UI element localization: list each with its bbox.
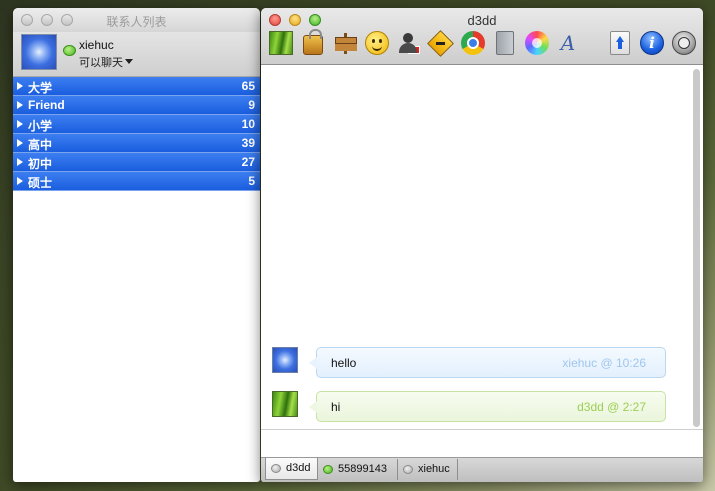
disclosure-triangle-icon[interactable] (17, 158, 23, 166)
status-selector[interactable]: 可以聊天 (79, 54, 123, 70)
contacts-titlebar[interactable]: 联系人列表 (13, 8, 260, 32)
chat-titlebar[interactable]: d3dd A i (261, 8, 703, 65)
upload-icon[interactable] (610, 31, 630, 55)
disclosure-triangle-icon[interactable] (17, 82, 23, 90)
message-bubble: hello xiehuc @ 10:26 (309, 347, 666, 378)
message-input[interactable] (261, 429, 703, 458)
disclosure-triangle-icon[interactable] (17, 120, 23, 128)
group-count: 65 (241, 79, 255, 93)
chevron-down-icon[interactable] (125, 59, 133, 64)
sender-avatar[interactable] (272, 391, 298, 417)
tab-55899143[interactable]: 55899143 (318, 459, 398, 480)
group-name: Friend (28, 98, 65, 112)
group-count: 27 (241, 155, 255, 169)
user-avatar[interactable] (21, 34, 57, 70)
contact-group[interactable]: 大学 65 (13, 77, 260, 96)
chat-window-title: d3dd (467, 13, 497, 28)
conversation-tabbar: d3dd 55899143 xiehuc (261, 457, 703, 482)
group-name: 小学 (28, 119, 53, 133)
group-name: 高中 (28, 138, 53, 152)
info-icon[interactable]: i (640, 31, 664, 55)
chat-window: d3dd A i hello xiehuc @ 10:26 hi d3dd @ … (261, 8, 703, 482)
contact-group[interactable]: 初中 27 (13, 153, 260, 172)
smiley-icon[interactable] (365, 31, 389, 55)
contacts-window-title: 联系人列表 (106, 15, 167, 29)
grass-avatar-icon[interactable] (269, 31, 293, 55)
online-status-icon (323, 465, 333, 474)
message-bubble: hi d3dd @ 2:27 (309, 391, 666, 422)
chrome-icon[interactable] (461, 31, 485, 55)
contact-group-list: 大学 65 Friend 9 小学 10 高中 39 初中 27 硕士 5 (13, 77, 260, 191)
signpost-icon[interactable] (333, 31, 357, 55)
contact-group[interactable]: 小学 10 (13, 115, 260, 134)
lock-icon[interactable] (303, 29, 323, 55)
phone-icon[interactable] (496, 31, 514, 55)
contact-group[interactable]: 硕士 5 (13, 172, 260, 191)
group-count: 9 (248, 98, 255, 112)
tab-d3dd[interactable]: d3dd (265, 458, 318, 480)
group-name: 初中 (28, 157, 53, 171)
group-count: 10 (241, 117, 255, 131)
message-scrollbar[interactable] (693, 69, 700, 427)
tab-label: 55899143 (338, 463, 387, 475)
group-name: 大学 (28, 81, 53, 95)
block-user-icon[interactable] (396, 31, 420, 55)
current-user-panel: xiehuc 可以聊天 (13, 32, 260, 77)
font-icon[interactable]: A (556, 31, 580, 55)
tab-label: xiehuc (418, 463, 450, 475)
group-count: 5 (248, 174, 255, 188)
contacts-window: 联系人列表 xiehuc 可以聊天 大学 65 Friend 9 小学 10 高… (13, 8, 260, 482)
contact-group[interactable]: 高中 39 (13, 134, 260, 153)
message-text: hello (331, 356, 357, 370)
sender-avatar[interactable] (272, 347, 298, 373)
tab-xiehuc[interactable]: xiehuc (398, 459, 458, 480)
message-meta: xiehuc @ 10:26 (562, 356, 646, 370)
disclosure-triangle-icon[interactable] (17, 177, 23, 185)
message-history[interactable]: hello xiehuc @ 10:26 hi d3dd @ 2:27 (261, 65, 703, 429)
message-text: hi (331, 400, 341, 414)
tab-label: d3dd (286, 462, 311, 474)
offline-status-icon (271, 464, 281, 473)
clock-icon[interactable] (672, 31, 696, 55)
current-username: xiehuc (79, 38, 114, 52)
disclosure-triangle-icon[interactable] (17, 139, 23, 147)
contact-group[interactable]: Friend 9 (13, 96, 260, 115)
offline-status-icon (403, 465, 413, 474)
group-name: 硕士 (28, 176, 53, 190)
color-wheel-icon[interactable] (525, 31, 549, 55)
group-count: 39 (241, 136, 255, 150)
message-meta: d3dd @ 2:27 (577, 400, 646, 414)
online-status-icon (63, 45, 76, 56)
direction-sign-icon[interactable] (427, 30, 454, 57)
disclosure-triangle-icon[interactable] (17, 101, 23, 109)
